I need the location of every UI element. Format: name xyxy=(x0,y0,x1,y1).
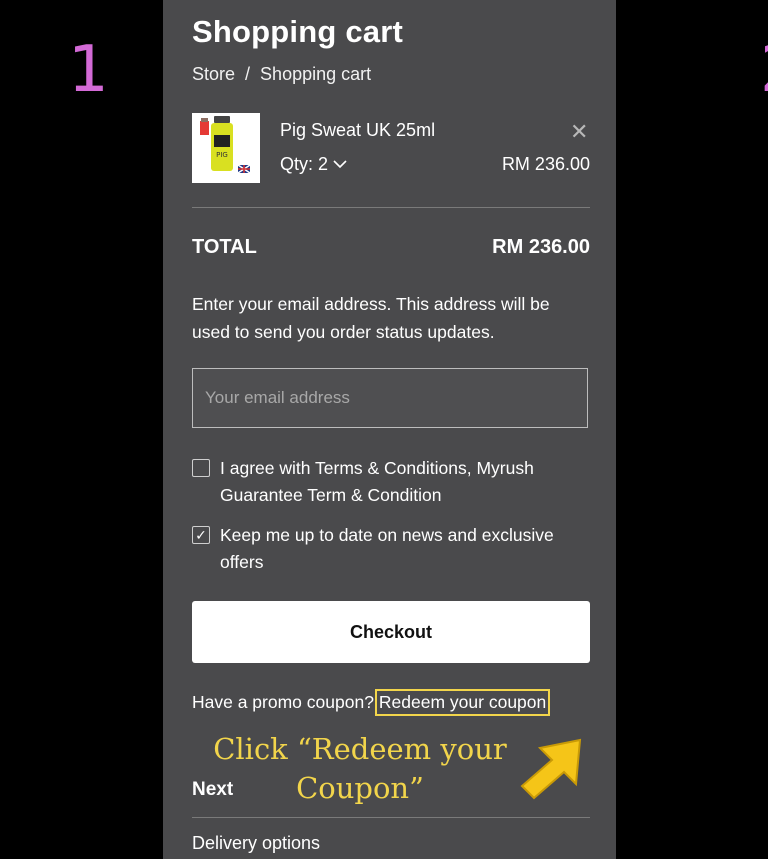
breadcrumb: Store / Shopping cart xyxy=(192,64,590,85)
close-icon[interactable]: ✕ xyxy=(570,119,588,145)
total-value: RM 236.00 xyxy=(492,236,590,258)
chevron-down-icon xyxy=(332,154,348,175)
delivery-options-heading[interactable]: Delivery options xyxy=(192,833,320,854)
step-number-left: 1 xyxy=(68,33,109,107)
step-number-right: 2 xyxy=(760,38,768,102)
item-price: RM 236.00 xyxy=(501,154,590,174)
checkout-button[interactable]: Checkout xyxy=(192,601,590,663)
divider xyxy=(192,207,590,208)
arrow-icon xyxy=(506,730,586,807)
breadcrumb-store-link[interactable]: Store xyxy=(192,64,235,84)
svg-text:PIG: PIG xyxy=(216,151,228,159)
redeem-coupon-link[interactable]: Redeem your coupon xyxy=(374,689,551,716)
breadcrumb-separator: / xyxy=(245,64,251,84)
terms-row: I agree with Terms & Conditions, Myrush … xyxy=(192,455,590,509)
terms-checkbox[interactable] xyxy=(192,459,210,477)
total-label: TOTAL xyxy=(192,236,257,258)
callout-instruction: Click “Redeem your Coupon” xyxy=(213,732,507,805)
terms-label: I agree with Terms & Conditions, Myrush … xyxy=(220,458,534,505)
email-field[interactable] xyxy=(192,368,588,428)
email-info-text: Enter your email address. This address w… xyxy=(192,294,550,342)
product-name[interactable]: Pig Sweat UK 25ml xyxy=(280,120,435,141)
page-title: Shopping cart xyxy=(192,14,403,49)
quantity-label: Qty: 2 xyxy=(280,154,329,174)
newsletter-label: Keep me up to date on news and exclusive… xyxy=(220,525,554,572)
promo-text: Have a promo coupon? xyxy=(192,692,374,712)
product-thumbnail[interactable]: PIG xyxy=(192,113,260,183)
divider xyxy=(192,817,590,818)
newsletter-row: ✓ Keep me up to date on news and exclusi… xyxy=(192,522,590,576)
quantity-dropdown[interactable]: Qty: 2 xyxy=(280,154,348,175)
promo-line: Have a promo coupon? Redeem your coupon xyxy=(192,689,551,716)
breadcrumb-current: Shopping cart xyxy=(260,64,372,84)
newsletter-checkbox[interactable]: ✓ xyxy=(192,526,210,544)
